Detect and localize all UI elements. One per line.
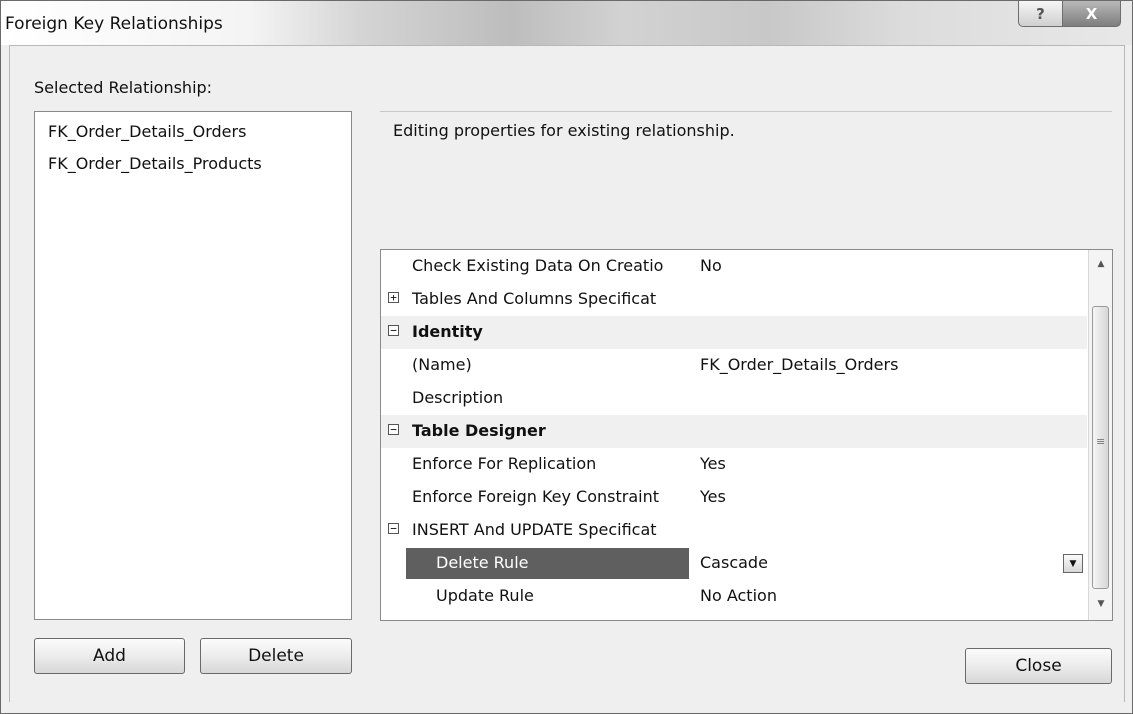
category-name: Table Designer <box>412 421 546 440</box>
divider <box>380 111 1112 112</box>
property-row[interactable]: + Tables And Columns Specificat <box>381 283 1087 316</box>
scroll-thumb[interactable]: ≡ <box>1092 306 1109 589</box>
property-value[interactable]: FK_Order_Details_Orders <box>700 355 898 374</box>
vertical-scrollbar[interactable]: ▲ ≡ ▼ <box>1088 250 1112 620</box>
property-value[interactable]: No Action <box>700 586 777 605</box>
collapse-icon[interactable]: − <box>388 523 399 534</box>
property-value[interactable]: Yes <box>700 487 726 506</box>
collapse-icon[interactable]: − <box>388 424 399 435</box>
property-name: INSERT And UPDATE Specificat <box>412 520 657 539</box>
category-row[interactable]: − Identity <box>381 316 1087 349</box>
property-row[interactable]: Update Rule No Action <box>381 580 1087 613</box>
property-name: Update Rule <box>436 586 534 605</box>
selected-relationship-label: Selected Relationship: <box>34 78 213 97</box>
expand-icon[interactable]: + <box>388 292 399 303</box>
property-name: Check Existing Data On Creatio <box>412 256 664 275</box>
scroll-down-icon[interactable]: ▼ <box>1089 595 1112 613</box>
scroll-up-icon[interactable]: ▲ <box>1089 255 1112 273</box>
category-row[interactable]: − Table Designer <box>381 415 1087 448</box>
category-name: Identity <box>412 322 483 341</box>
property-row[interactable]: − INSERT And UPDATE Specificat <box>381 514 1087 547</box>
property-name: Tables And Columns Specificat <box>412 289 657 308</box>
property-value[interactable]: Yes <box>700 454 726 473</box>
list-item[interactable]: FK_Order_Details_Orders <box>48 122 246 141</box>
collapse-icon[interactable]: − <box>388 325 399 336</box>
property-row[interactable]: Enforce For Replication Yes <box>381 448 1087 481</box>
editing-description: Editing properties for existing relation… <box>393 121 735 140</box>
property-row[interactable]: (Name) FK_Order_Details_Orders <box>381 349 1087 382</box>
add-button[interactable]: Add <box>34 638 185 674</box>
property-name: Description <box>412 388 504 407</box>
title-bar[interactable]: Foreign Key Relationships ? X <box>1 1 1132 45</box>
help-button[interactable]: ? <box>1018 1 1063 27</box>
relationship-list[interactable]: FK_Order_Details_Orders FK_Order_Details… <box>34 111 352 620</box>
close-window-button[interactable]: X <box>1062 1 1121 27</box>
property-name: Delete Rule <box>436 553 529 572</box>
close-button[interactable]: Close <box>965 648 1112 684</box>
property-value[interactable]: Cascade <box>700 553 768 572</box>
delete-button[interactable]: Delete <box>200 638 352 674</box>
property-row[interactable]: Check Existing Data On Creatio No <box>381 250 1087 283</box>
property-name: (Name) <box>412 355 472 374</box>
property-row-selected[interactable]: Delete Rule Cascade ▼ <box>381 547 1087 580</box>
list-item[interactable]: FK_Order_Details_Products <box>48 154 262 173</box>
property-name: Enforce For Replication <box>412 454 597 473</box>
property-name: Enforce Foreign Key Constraint <box>412 487 659 506</box>
property-grid[interactable]: Check Existing Data On Creatio No + Tabl… <box>380 249 1113 621</box>
property-row[interactable]: Description <box>381 382 1087 415</box>
grip-icon: ≡ <box>1096 435 1106 448</box>
window-title: Foreign Key Relationships <box>5 14 223 34</box>
dropdown-arrow-icon[interactable]: ▼ <box>1063 554 1083 573</box>
property-row[interactable]: Enforce Foreign Key Constraint Yes <box>381 481 1087 514</box>
property-value[interactable]: No <box>700 256 722 275</box>
